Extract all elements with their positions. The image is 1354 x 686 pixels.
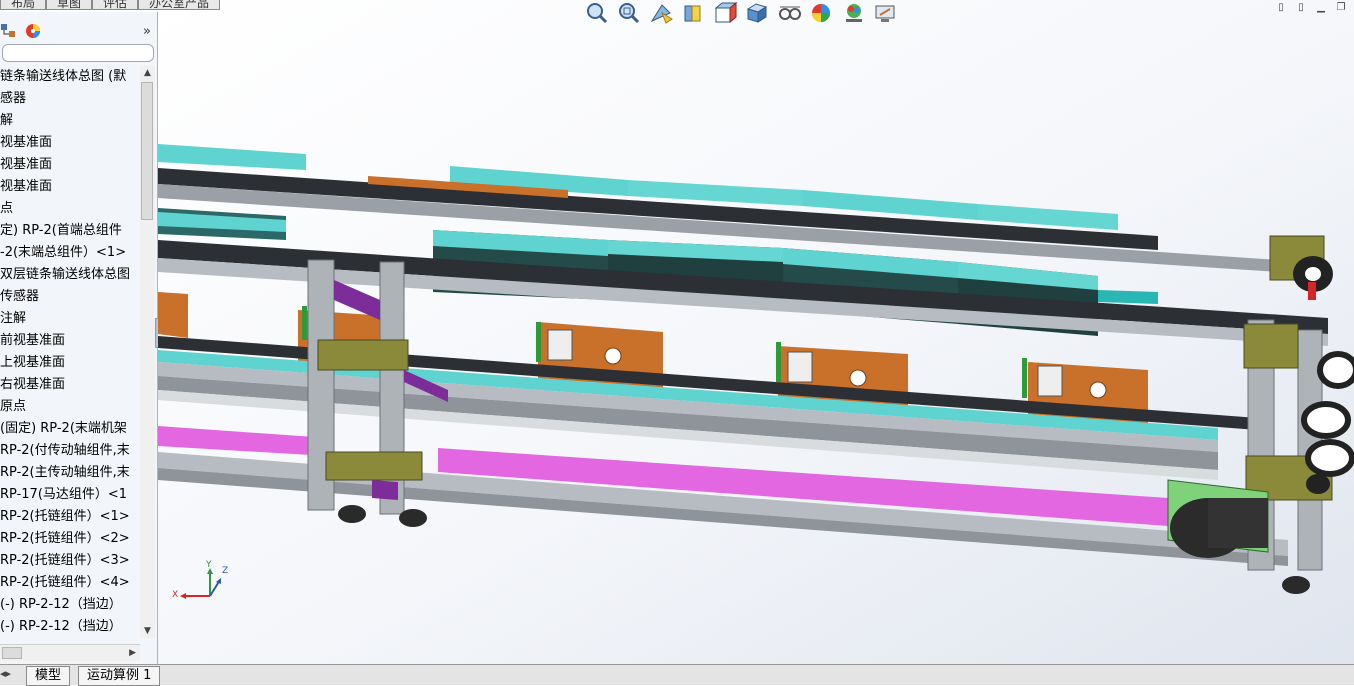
triad-x-label: X bbox=[172, 590, 179, 600]
tree-vertical-scrollbar[interactable]: ▲ ▼ bbox=[140, 66, 155, 638]
panel-toolbar: » bbox=[0, 22, 157, 42]
tree-item-sub-sensors[interactable]: 传感器 bbox=[0, 286, 140, 308]
view-orientation-icon[interactable] bbox=[712, 1, 740, 25]
window-controls: ▯ ▯ ▁ ❐ bbox=[1274, 2, 1348, 14]
tab-scroll-arrows-icon[interactable]: ◂▸ bbox=[0, 667, 20, 683]
restore-icon[interactable]: ❐ bbox=[1334, 2, 1348, 14]
tree-item-chain-support-4[interactable]: RP-2(托链组件）<4> bbox=[0, 572, 140, 594]
zoom-to-fit-icon[interactable] bbox=[584, 1, 612, 25]
tree-horizontal-scrollbar[interactable]: ▶ bbox=[0, 644, 140, 661]
conveyor-model-viewport bbox=[158, 0, 1354, 664]
tree-item-sensors[interactable]: 感器 bbox=[0, 88, 140, 110]
configuration-manager-icon[interactable] bbox=[0, 22, 18, 40]
display-manager-icon[interactable] bbox=[24, 22, 42, 40]
tile-vertical-icon[interactable]: ▯ bbox=[1294, 2, 1308, 14]
tab-evaluate[interactable]: 评估 bbox=[92, 0, 139, 10]
minimize-icon[interactable]: ▁ bbox=[1314, 2, 1328, 14]
tab-sketch[interactable]: 草图 bbox=[46, 0, 93, 10]
tree-item-aux-drive-shaft[interactable]: RP-2(付传动轴组件,末 bbox=[0, 440, 140, 462]
edit-appearance-icon[interactable] bbox=[808, 1, 836, 25]
triad-z-label: Z bbox=[222, 566, 229, 576]
feature-tree: 链条输送线体总图 (默 感器 解 视基准面 视基准面 视基准面 点 定) RP-… bbox=[0, 66, 140, 638]
zoom-to-area-icon[interactable] bbox=[616, 1, 644, 25]
hide-show-items-icon[interactable] bbox=[776, 1, 804, 25]
tree-item-sub-front-plane[interactable]: 前视基准面 bbox=[0, 330, 140, 352]
tree-item-sub-top-plane[interactable]: 上视基准面 bbox=[0, 352, 140, 374]
view-settings-icon[interactable] bbox=[872, 1, 900, 25]
tree-item-sub-origin[interactable]: 原点 bbox=[0, 396, 140, 418]
tree-item-sub-assembly[interactable]: 双层链条输送线体总图 bbox=[0, 264, 140, 286]
graphics-area[interactable]: ▯ ▯ ▁ ❐ X Y Z bbox=[158, 0, 1354, 664]
tree-item-head-assembly[interactable]: 定) RP-2(首端总组件 bbox=[0, 220, 140, 242]
tree-item-side-guard-2[interactable]: (-) RP-2-12（挡边） bbox=[0, 616, 140, 638]
scroll-down-arrow-icon[interactable]: ▼ bbox=[140, 624, 155, 638]
reference-triad: X Y Z bbox=[170, 560, 230, 608]
hscroll-thumb[interactable] bbox=[2, 647, 22, 659]
scroll-up-arrow-icon[interactable]: ▲ bbox=[140, 66, 155, 80]
tree-item-front-plane[interactable]: 视基准面 bbox=[0, 132, 140, 154]
tree-item-chain-support-3[interactable]: RP-2(托链组件）<3> bbox=[0, 550, 140, 572]
tree-item-right-plane[interactable]: 视基准面 bbox=[0, 176, 140, 198]
tree-item-side-guard-1[interactable]: (-) RP-2-12（挡边） bbox=[0, 594, 140, 616]
tree-item-main-drive-shaft[interactable]: RP-2(主传动轴组件,末 bbox=[0, 462, 140, 484]
tab-layout[interactable]: 布局 bbox=[0, 0, 47, 10]
command-manager-tabs: 布局 草图 评估 办公室产品 bbox=[0, 0, 221, 12]
scroll-right-arrow-icon[interactable]: ▶ bbox=[129, 645, 136, 661]
tree-item-tail-assembly[interactable]: -2(末端总组件）<1> bbox=[0, 242, 140, 264]
tree-item-sub-right-plane[interactable]: 右视基准面 bbox=[0, 374, 140, 396]
tree-item-chain-support-1[interactable]: RP-2(托链组件）<1> bbox=[0, 506, 140, 528]
tree-item-origin[interactable]: 点 bbox=[0, 198, 140, 220]
previous-view-icon[interactable] bbox=[648, 1, 676, 25]
tree-item-motor-assembly[interactable]: RP-17(马达组件）<1 bbox=[0, 484, 140, 506]
tree-item-sub-annotations[interactable]: 注解 bbox=[0, 308, 140, 330]
tree-item-annotations[interactable]: 解 bbox=[0, 110, 140, 132]
triad-y-label: Y bbox=[206, 560, 212, 570]
bottom-tab-bar: ◂▸ 模型 运动算例 1 bbox=[0, 664, 1354, 686]
tree-item-tail-frame[interactable]: (固定) RP-2(末端机架 bbox=[0, 418, 140, 440]
tree-filter-input[interactable] bbox=[2, 44, 154, 62]
feature-manager-panel: » 链条输送线体总图 (默 感器 解 视基准面 视基准面 视基准面 点 定) R… bbox=[0, 12, 158, 664]
expand-panel-button[interactable]: » bbox=[143, 24, 151, 39]
scroll-thumb[interactable] bbox=[141, 82, 153, 220]
drive-motor bbox=[1167, 479, 1269, 558]
heads-up-view-toolbar bbox=[584, 1, 900, 27]
tile-horizontal-icon[interactable]: ▯ bbox=[1274, 2, 1288, 14]
section-view-icon[interactable] bbox=[680, 1, 708, 25]
display-style-icon[interactable] bbox=[744, 1, 772, 25]
tree-item-chain-support-2[interactable]: RP-2(托链组件）<2> bbox=[0, 528, 140, 550]
tab-model[interactable]: 模型 bbox=[26, 666, 71, 686]
tree-item-root-assembly[interactable]: 链条输送线体总图 (默 bbox=[0, 66, 140, 88]
apply-scene-icon[interactable] bbox=[840, 1, 868, 25]
tab-motion-study-1[interactable]: 运动算例 1 bbox=[78, 666, 161, 686]
tree-item-top-plane[interactable]: 视基准面 bbox=[0, 154, 140, 176]
tab-office-products[interactable]: 办公室产品 bbox=[138, 0, 221, 10]
